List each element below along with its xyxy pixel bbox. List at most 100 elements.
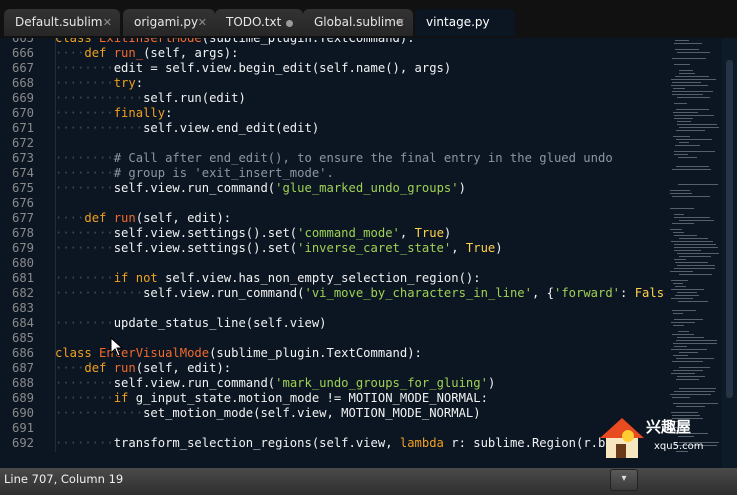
code-line[interactable]: 692 ········transform_selection_regions(s… (0, 436, 665, 451)
minimap-line (672, 361, 703, 362)
close-icon[interactable]: ✕ (103, 9, 112, 36)
tab-label: Default.sublim (15, 15, 103, 29)
line-number: 681 (11, 271, 34, 285)
code-line[interactable]: 672 (0, 136, 665, 151)
tab-default-sublime[interactable]: Default.sublim ✕ (4, 9, 120, 36)
code-line[interactable]: 675 ········self.view.run_command('glue_m… (0, 181, 665, 196)
code-line[interactable]: 666 ····def run_(self, args): (0, 46, 665, 61)
minimap-line (678, 157, 697, 158)
minimap-line (671, 79, 716, 80)
minimap-line (673, 343, 717, 344)
line-number: 674 (11, 166, 34, 180)
scrollbar-thumb[interactable] (726, 60, 733, 398)
mouse-pointer-icon (110, 337, 124, 357)
minimap-line (677, 253, 719, 254)
minimap-line (674, 247, 718, 248)
code-line[interactable]: 680 (0, 256, 665, 271)
code-line[interactable]: 676 (0, 196, 665, 211)
line-number: 667 (11, 61, 34, 75)
minimap-line (671, 85, 708, 86)
tab-todo[interactable]: TODO.txt (215, 9, 303, 36)
code-line[interactable]: 677 ····def run(self, edit): (0, 211, 665, 226)
minimap-line (671, 289, 704, 290)
minimap-line (677, 265, 715, 266)
code-line[interactable]: 668 ········try: (0, 76, 665, 91)
minimap-line (674, 151, 715, 152)
code-text: ········# Call after end_edit(), to ensu… (55, 151, 613, 165)
minimap-line (677, 124, 717, 125)
minimap-line (674, 217, 710, 218)
code-line[interactable]: 687 ····def run(self, edit): (0, 361, 665, 376)
code-line[interactable]: 670 ········finally: (0, 106, 665, 121)
line-number: 691 (11, 421, 34, 435)
minimap-line (673, 112, 698, 113)
code-line[interactable]: 679 ········self.view.settings().set('inv… (0, 241, 665, 256)
line-number: 675 (11, 181, 34, 195)
code-line[interactable]: 691 (0, 421, 665, 436)
minimap-line (676, 340, 717, 341)
minimap-line (674, 235, 697, 236)
vertical-scrollbar[interactable] (722, 38, 737, 468)
unsaved-dot-icon[interactable] (286, 20, 293, 27)
close-icon[interactable]: ✕ (396, 9, 405, 36)
minimap-line (672, 196, 710, 197)
watermark-logo: 兴趣屋 xqu5.com (596, 408, 706, 468)
line-number: 678 (11, 226, 34, 240)
minimap-line (679, 70, 693, 71)
code-line[interactable]: 674 ········# group is 'exit_insert_mode'… (0, 166, 665, 181)
code-line[interactable]: 684 ········update_status_line(self.view) (0, 316, 665, 331)
code-line[interactable]: 681 ········if not self.view.has_non_empt… (0, 271, 665, 286)
code-line[interactable]: 688 ········self.view.run_command('mark_u… (0, 376, 665, 391)
code-text: ········try: (55, 76, 144, 90)
minimap-line (673, 88, 685, 89)
tab-origami[interactable]: origami.py ✕ (123, 9, 215, 36)
close-icon[interactable]: ✕ (198, 9, 207, 36)
code-text: ········update_status_line(self.view) (55, 316, 327, 330)
tab-vintage[interactable]: vintage.py (415, 9, 515, 36)
code-line[interactable]: 683 (0, 301, 665, 316)
minimap-line (673, 355, 688, 356)
line-number: 688 (11, 376, 34, 390)
minimap-line (673, 370, 703, 371)
code-editor[interactable]: 665 class ExitInsertMode(sublime_plugin.T… (0, 38, 665, 468)
minimap-line (670, 229, 682, 230)
code-text: ····def run(self, edit): (55, 361, 232, 375)
line-number: 679 (11, 241, 34, 255)
code-line[interactable]: 671 ············self.view.end_edit(edit) (0, 121, 665, 136)
panel-switcher-button[interactable]: ▾ (610, 469, 638, 491)
code-line[interactable]: 686 class EnterVisualMode(sublime_plugin.… (0, 346, 665, 361)
minimap-line (674, 391, 715, 392)
minimap-line (672, 397, 690, 398)
code-text: ········self.view.settings().set('invers… (55, 241, 503, 255)
minimap-line (674, 268, 715, 269)
minimap-line (674, 244, 716, 245)
code-line[interactable]: 682 ············self.view.run_command('vi… (0, 286, 665, 301)
code-text: ····def run_(self, args): (55, 46, 239, 60)
line-number: 669 (11, 91, 34, 105)
code-line[interactable]: 689 ········if g_input_state.motion_mode … (0, 391, 665, 406)
code-line[interactable]: 678 ········self.view.settings().set('com… (0, 226, 665, 241)
minimap-line (673, 232, 684, 233)
line-number: 692 (11, 436, 34, 450)
minimap-line (673, 325, 684, 326)
code-line[interactable]: 667 ········edit = self.view.begin_edit(s… (0, 61, 665, 76)
minimap-line (673, 283, 683, 284)
minimap-line (672, 82, 701, 83)
code-line[interactable]: 690 ············set_motion_mode(self.view… (0, 406, 665, 421)
minimap-line (675, 286, 686, 287)
indent-guide (55, 38, 56, 468)
minimap-line (676, 109, 709, 110)
line-number: 672 (11, 136, 34, 150)
code-line[interactable]: 669 ············self.run(edit) (0, 91, 665, 106)
minimap-line (677, 292, 697, 293)
code-line[interactable]: 673 ········# Call after end_edit(), to e… (0, 151, 665, 166)
tab-global-sublime[interactable]: Global.sublime ✕ (303, 9, 413, 36)
minimap[interactable] (666, 38, 722, 468)
minimap-line (670, 190, 690, 191)
minimap-line (674, 214, 684, 215)
code-line[interactable]: 665 class ExitInsertMode(sublime_plugin.T… (0, 38, 665, 46)
code-line[interactable]: 685 (0, 331, 665, 346)
minimap-line (679, 127, 719, 128)
minimap-line (678, 331, 689, 332)
code-text: ········self.view.run_command('glue_mark… (55, 181, 466, 195)
